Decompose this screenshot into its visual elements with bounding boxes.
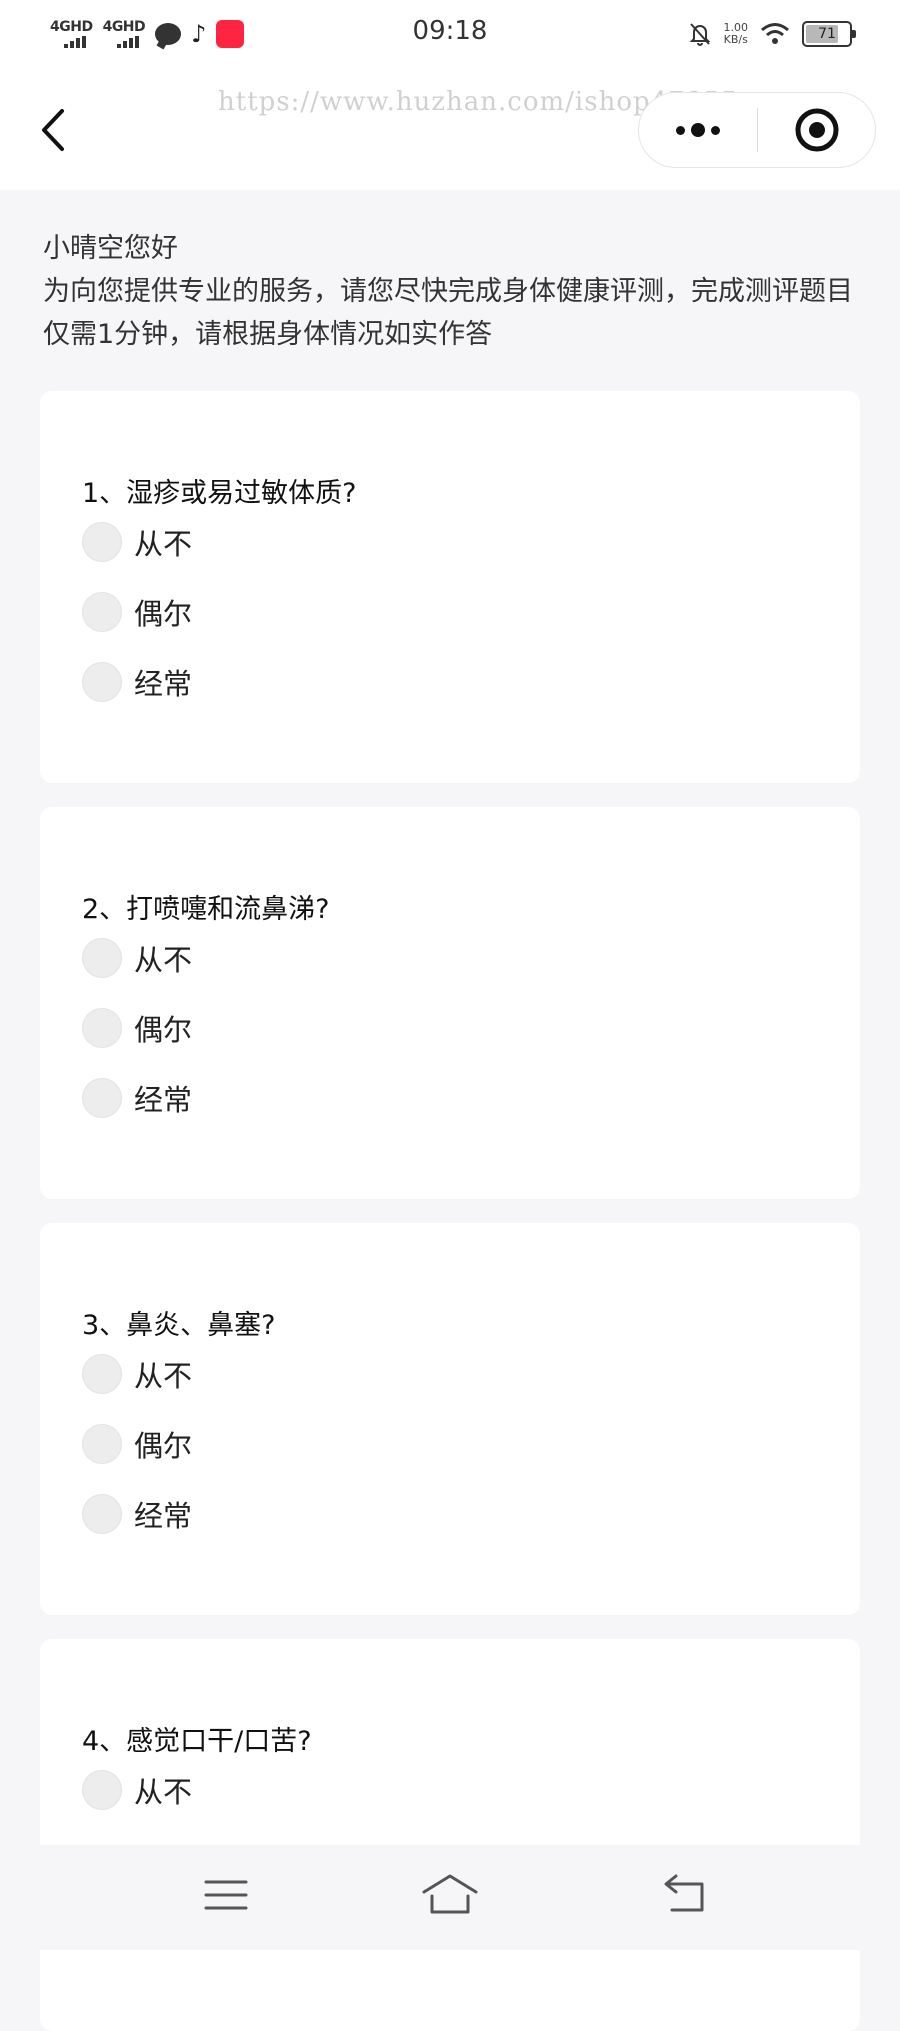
status-bar: 4GHD 4GHD ♪ 09:18 1.00 KB/s 71 (0, 0, 900, 70)
back-button[interactable] (38, 105, 78, 155)
menu-button[interactable] (196, 1870, 256, 1920)
question-card: 2、打喷嚏和流鼻涕? 从不 偶尔 经常 (40, 807, 860, 1199)
option-label: 经常 (134, 667, 193, 701)
dot-icon (691, 123, 705, 137)
option-never[interactable]: 从不 (82, 522, 192, 562)
option-label: 经常 (134, 1499, 193, 1533)
question-title: 3、鼻炎、鼻塞? (82, 1310, 276, 1341)
option-never[interactable]: 从不 (82, 938, 192, 978)
radio-button[interactable] (82, 938, 122, 978)
option-label: 偶尔 (134, 1429, 193, 1463)
option-label: 从不 (134, 1775, 193, 1809)
home-button[interactable] (420, 1870, 480, 1920)
radio-button[interactable] (82, 662, 122, 702)
dot-icon (676, 125, 685, 135)
option-label: 从不 (134, 527, 193, 561)
network-speed-unit: KB/s (723, 33, 748, 46)
option-never[interactable]: 从不 (82, 1770, 192, 1810)
more-menu-button[interactable] (639, 93, 757, 167)
nav-bar: https://www.huzhan.com/ishop47855 (0, 70, 900, 190)
option-sometimes[interactable]: 偶尔 (82, 1008, 192, 1048)
system-nav-bar (0, 1845, 900, 1950)
return-arrow-icon (664, 1874, 704, 1912)
question-card: 1、湿疹或易过敏体质? 从不 偶尔 经常 (40, 391, 860, 783)
radio-button[interactable] (82, 1354, 122, 1394)
radio-button[interactable] (82, 1494, 122, 1534)
radio-button[interactable] (82, 1424, 122, 1464)
question-title: 4、感觉口干/口苦? (82, 1726, 312, 1757)
radio-button[interactable] (82, 592, 122, 632)
battery-level-text: 71 (818, 26, 836, 42)
radio-button[interactable] (82, 1008, 122, 1048)
option-label: 经常 (134, 1083, 193, 1117)
dot-icon (711, 125, 720, 135)
status-right-icons: 1.00 KB/s 71 (688, 16, 856, 52)
option-sometimes[interactable]: 偶尔 (82, 592, 192, 632)
radio-button[interactable] (82, 1770, 122, 1810)
mini-program-capsule (638, 92, 876, 168)
option-label: 偶尔 (134, 1013, 193, 1047)
wifi-icon (761, 23, 789, 44)
option-never[interactable]: 从不 (82, 1354, 192, 1394)
option-often[interactable]: 经常 (82, 662, 192, 702)
battery-icon: 71 (802, 21, 856, 47)
instruction-text: 为向您提供专业的服务，请您尽快完成身体健康评测，完成测评题目仅需1分钟，请根据身… (43, 276, 853, 350)
question-card: 3、鼻炎、鼻塞? 从不 偶尔 经常 (40, 1223, 860, 1615)
question-title: 2、打喷嚏和流鼻涕? (82, 894, 330, 925)
question-title: 1、湿疹或易过敏体质? (82, 478, 357, 509)
hamburger-menu-icon (204, 1880, 248, 1910)
close-mini-program-button[interactable] (758, 93, 875, 167)
radio-button[interactable] (82, 1078, 122, 1118)
home-icon (422, 1874, 478, 1914)
bell-muted-icon (689, 23, 710, 46)
greeting-text: 小晴空您好 (43, 233, 178, 264)
question-card: 4、感觉口干/口苦? 从不 (40, 1639, 860, 2031)
radio-button[interactable] (82, 522, 122, 562)
back-system-button[interactable] (656, 1870, 716, 1920)
option-often[interactable]: 经常 (82, 1078, 192, 1118)
network-speed: 1.00 KB/s (724, 22, 749, 46)
option-label: 偶尔 (134, 597, 193, 631)
option-sometimes[interactable]: 偶尔 (82, 1424, 192, 1464)
target-circle-icon (795, 108, 838, 152)
chevron-left-icon (42, 109, 64, 151)
option-label: 从不 (134, 943, 193, 977)
option-label: 从不 (134, 1359, 193, 1393)
option-often[interactable]: 经常 (82, 1494, 192, 1534)
intro-text: 小晴空您好 为向您提供专业的服务，请您尽快完成身体健康评测，完成测评题目仅需1分… (43, 227, 863, 356)
